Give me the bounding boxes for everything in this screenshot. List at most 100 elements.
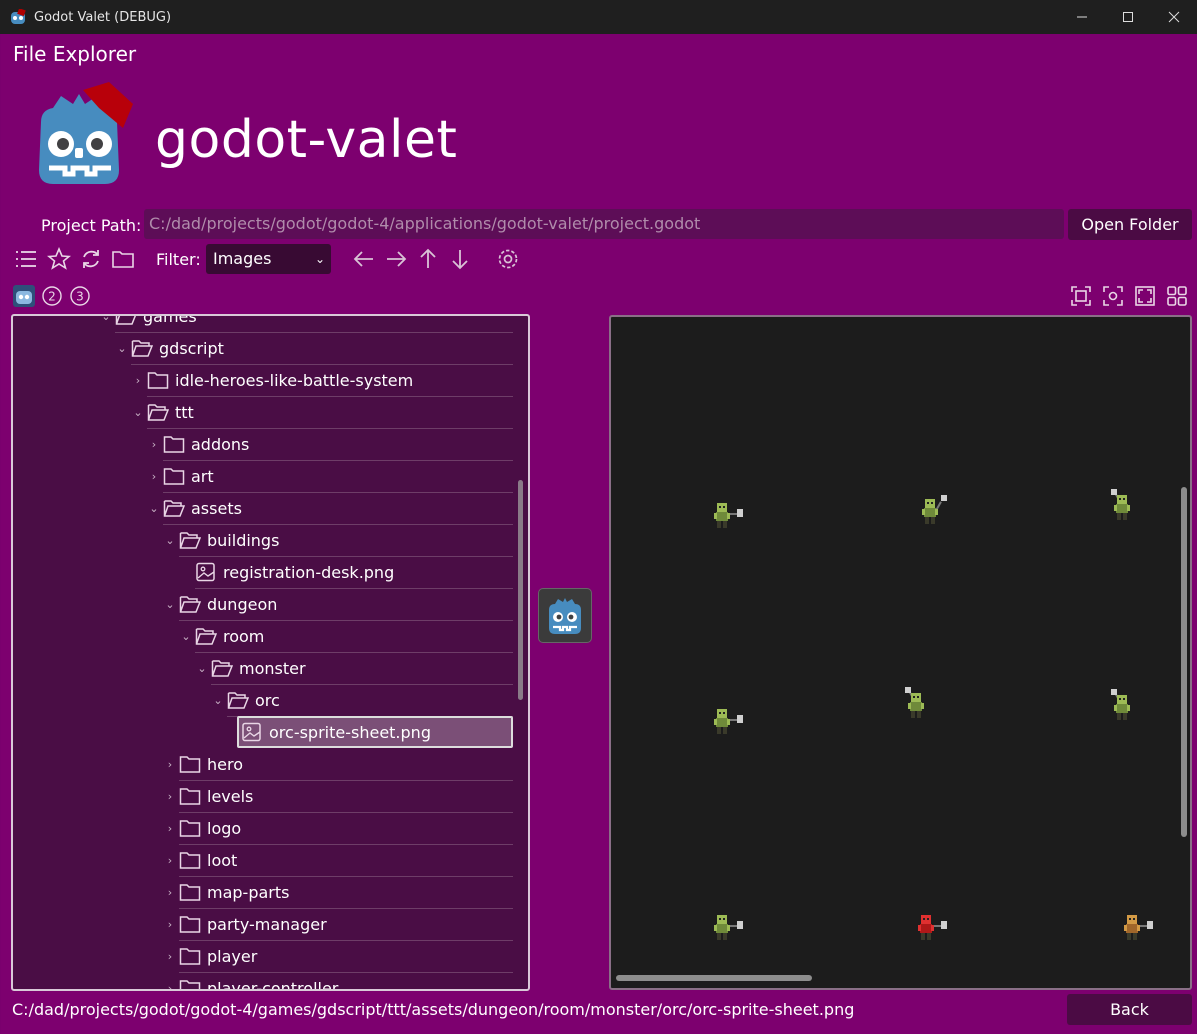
chevron-down-icon[interactable]: ⌄ xyxy=(163,598,177,611)
godot-icon xyxy=(13,285,35,307)
chevron-down-icon[interactable]: ⌄ xyxy=(195,662,209,675)
tree-folder-item[interactable]: ⌄ orc xyxy=(211,684,279,716)
navigate-down-button[interactable] xyxy=(447,246,473,272)
filter-select[interactable]: Images ⌄ xyxy=(206,244,331,274)
orc-sprite xyxy=(1111,689,1130,720)
tab-3[interactable]: 3 xyxy=(69,285,91,307)
back-button[interactable]: Back xyxy=(1067,994,1192,1025)
main-panel: File Explorer godot-valet Project Path: … xyxy=(1,34,1196,1034)
tree-folder-item[interactable]: › hero xyxy=(163,748,243,780)
app-name: godot-valet xyxy=(155,110,458,170)
favorites-button[interactable] xyxy=(46,246,72,272)
chevron-down-icon[interactable]: ⌄ xyxy=(131,406,145,419)
tree-folder-item[interactable]: › map-parts xyxy=(163,876,290,908)
navigate-up-button[interactable] xyxy=(415,246,441,272)
tree-folder-item[interactable]: › addons xyxy=(147,428,250,460)
chevron-down-icon[interactable]: ⌄ xyxy=(163,534,177,547)
tree-item-label: player xyxy=(207,946,258,966)
zoom-fit-button[interactable] xyxy=(1102,285,1124,307)
zoom-fit-icon xyxy=(1103,286,1123,306)
tree-folder-item[interactable]: › art xyxy=(147,460,214,492)
chevron-right-icon[interactable]: › xyxy=(163,790,177,803)
chevron-down-icon[interactable]: ⌄ xyxy=(211,694,225,707)
orc-sprite xyxy=(1124,915,1153,940)
folder-open-icon xyxy=(179,530,202,550)
settings-icon xyxy=(498,249,518,269)
close-button[interactable] xyxy=(1151,0,1197,34)
tree-folder-item[interactable]: ⌄ assets xyxy=(147,492,242,524)
close-icon xyxy=(1168,11,1180,23)
maximize-button[interactable] xyxy=(1105,0,1151,34)
tree-folder-item[interactable]: ⌄ dungeon xyxy=(163,588,277,620)
viewer-vertical-scrollbar[interactable] xyxy=(1181,487,1187,837)
tree-folder-item[interactable]: › party-manager xyxy=(163,908,327,940)
tree-folder-item[interactable]: ⌄ monster xyxy=(195,652,306,684)
settings-button[interactable] xyxy=(495,246,521,272)
file-tree[interactable]: ⌄ games ⌄ gdscript › idle-heroes-like-battle-… xyxy=(11,314,530,991)
page-title: File Explorer xyxy=(13,42,137,66)
tree-folder-item[interactable]: › levels xyxy=(163,780,254,812)
navigate-back-button[interactable] xyxy=(351,246,377,272)
navigate-forward-button[interactable] xyxy=(383,246,409,272)
tree-file-item[interactable]: orc-sprite-sheet.png xyxy=(237,716,513,748)
tree-item-label: idle-heroes-like-battle-system xyxy=(175,370,414,390)
tree-folder-item[interactable]: › logo xyxy=(163,812,241,844)
chevron-down-icon[interactable]: ⌄ xyxy=(99,316,113,323)
open-folder-button[interactable]: Open Folder xyxy=(1068,209,1192,240)
tree-item-label: art xyxy=(191,466,214,486)
tree-file-item[interactable]: registration-desk.png xyxy=(179,556,394,588)
chevron-right-icon[interactable]: › xyxy=(163,918,177,931)
tab-godot[interactable] xyxy=(13,285,35,307)
folder-open-icon xyxy=(179,594,202,614)
tree-folder-item[interactable]: ⌄ ttt xyxy=(131,396,193,428)
open-in-godot-button[interactable] xyxy=(538,588,592,643)
folder-icon xyxy=(179,754,201,774)
chevron-down-icon[interactable]: ⌄ xyxy=(115,342,129,355)
project-path-input[interactable]: C:/dad/projects/godot/godot-4/applicatio… xyxy=(144,209,1064,239)
folder-open-icon xyxy=(131,338,154,358)
folder-icon xyxy=(147,370,169,390)
tree-item-label: player-controller xyxy=(207,978,339,991)
chevron-right-icon[interactable]: › xyxy=(163,822,177,835)
minimize-icon xyxy=(1077,16,1087,18)
chevron-right-icon[interactable]: › xyxy=(163,886,177,899)
tree-folder-item[interactable]: ⌄ room xyxy=(179,620,264,652)
tree-scrollbar[interactable] xyxy=(518,480,523,700)
folder-icon xyxy=(179,818,201,838)
list-view-button[interactable] xyxy=(13,246,39,272)
grid-button[interactable] xyxy=(1166,285,1188,307)
chevron-right-icon[interactable]: › xyxy=(163,982,177,990)
chevron-right-icon[interactable]: › xyxy=(163,854,177,867)
fit-button[interactable] xyxy=(1070,285,1092,307)
project-path-label: Project Path: xyxy=(41,216,142,235)
tree-item-label: levels xyxy=(207,786,254,806)
viewer-horizontal-scrollbar[interactable] xyxy=(616,975,812,981)
maximize-icon xyxy=(1123,12,1133,22)
orc-sprite xyxy=(918,915,947,940)
chevron-down-icon[interactable]: ⌄ xyxy=(179,630,193,643)
arrow-left-icon xyxy=(353,251,373,267)
folder-icon xyxy=(112,251,134,268)
chevron-right-icon[interactable]: › xyxy=(163,950,177,963)
chevron-right-icon[interactable]: › xyxy=(131,374,145,387)
minimize-button[interactable] xyxy=(1059,0,1105,34)
tree-folder-item[interactable]: › player xyxy=(163,940,258,972)
tree-folder-item[interactable]: ⌄ buildings xyxy=(163,524,279,556)
chevron-down-icon[interactable]: ⌄ xyxy=(147,502,161,515)
image-viewer[interactable] xyxy=(609,315,1192,990)
tree-item-label: map-parts xyxy=(207,882,290,902)
tree-folder-item[interactable]: ⌄ gdscript xyxy=(115,332,224,364)
tab-2[interactable]: 2 xyxy=(41,285,63,307)
chevron-right-icon[interactable]: › xyxy=(163,758,177,771)
chevron-right-icon[interactable]: › xyxy=(147,470,161,483)
fullscreen-button[interactable] xyxy=(1134,285,1156,307)
chevron-right-icon[interactable]: › xyxy=(147,438,161,451)
tree-folder-item[interactable]: › player-controller xyxy=(163,972,339,991)
refresh-button[interactable] xyxy=(78,246,104,272)
folder-open-icon xyxy=(163,498,186,518)
tree-item-label: monster xyxy=(239,658,306,678)
tree-folder-item[interactable]: › loot xyxy=(163,844,238,876)
tree-folder-item[interactable]: › idle-heroes-like-battle-system xyxy=(131,364,413,396)
tree-folder-item[interactable]: ⌄ games xyxy=(99,316,197,332)
open-folder-icon-button[interactable] xyxy=(110,246,136,272)
